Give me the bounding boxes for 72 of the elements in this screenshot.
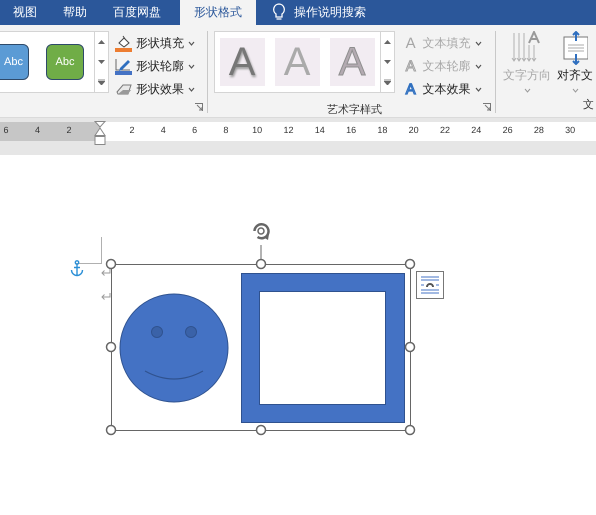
ruler-number: 6	[192, 125, 198, 135]
smiley-face[interactable]	[120, 294, 228, 402]
resize-handle[interactable]	[404, 342, 416, 352]
frame-shape[interactable]	[241, 273, 405, 423]
ribbon-command[interactable]: A 文本效果	[402, 79, 482, 100]
ruler-number: 12	[284, 125, 294, 135]
wordart-style[interactable]: A	[220, 38, 265, 86]
pencil-icon	[115, 58, 132, 75]
shape-effects-icon	[115, 82, 132, 96]
ruler-number: 18	[377, 125, 388, 135]
expand-icon	[98, 79, 105, 85]
ruler-number: 4	[35, 125, 40, 135]
up-triangle-icon	[384, 40, 391, 44]
paint-bucket-icon	[115, 35, 132, 52]
resize-handle[interactable]	[106, 342, 116, 352]
ruler-number: 8	[223, 125, 228, 135]
rotate-handle[interactable]	[253, 223, 270, 240]
align-text-icon	[562, 31, 588, 65]
resize-handle[interactable]	[256, 258, 266, 270]
ruler-number: 16	[346, 125, 356, 135]
margin-corner-mark	[76, 237, 103, 264]
layout-options-icon[interactable]	[416, 271, 444, 299]
ruler-number: 6	[4, 125, 8, 135]
resize-handle[interactable]	[106, 258, 116, 270]
text-style-icon: A	[402, 58, 419, 75]
text-style-icon: A	[402, 35, 419, 52]
up-triangle-icon	[98, 40, 105, 44]
resize-handle[interactable]	[106, 424, 116, 436]
down-triangle-icon	[98, 60, 105, 64]
ruler-number: 2	[66, 125, 72, 135]
lightbulb-icon	[272, 3, 286, 21]
expand-icon	[384, 79, 391, 85]
ruler-number: 30	[565, 125, 576, 135]
resize-handle[interactable]	[404, 424, 416, 436]
ribbon-command[interactable]: 形状轮廓	[115, 56, 195, 77]
resize-handle[interactable]	[256, 424, 266, 436]
tell-me-search[interactable]: 操作说明搜索	[294, 0, 366, 25]
dropdown-icon	[572, 88, 578, 93]
dropdown-icon	[188, 64, 195, 69]
ruler-number: 4	[160, 125, 166, 135]
ruler-number: 14	[314, 125, 325, 135]
ribbon-tab[interactable]: 帮助	[50, 0, 100, 25]
dropdown-icon	[474, 64, 482, 69]
dropdown-icon	[474, 87, 482, 92]
down-triangle-icon	[384, 60, 391, 64]
dropdown-icon	[524, 88, 530, 93]
group-title: 艺术字样式	[326, 102, 383, 118]
dropdown-icon	[188, 41, 195, 46]
ruler-number: 28	[534, 125, 544, 135]
dialog-launcher-icon[interactable]	[194, 103, 203, 111]
ruler-number: 20	[408, 125, 419, 135]
ribbon-tab[interactable]: 百度网盘	[100, 0, 174, 25]
ruler-number: 26	[502, 125, 513, 135]
dropdown-icon	[474, 41, 482, 46]
ribbon-command[interactable]: 形状效果	[115, 79, 195, 100]
ribbon-command[interactable]: 对齐文	[554, 31, 596, 97]
ruler-number: 10	[252, 125, 262, 135]
text-style-icon: A	[402, 81, 419, 98]
resize-handle[interactable]	[404, 258, 416, 270]
anchor-icon	[70, 260, 84, 277]
ruler-number: 22	[440, 125, 450, 135]
dropdown-icon	[188, 87, 195, 92]
dialog-launcher-icon[interactable]	[483, 103, 491, 111]
ruler-number: 2	[130, 125, 134, 135]
paragraph-mark-icon	[101, 268, 111, 277]
ribbon-tab[interactable]: 视图	[0, 0, 50, 25]
paragraph-mark-icon	[101, 292, 111, 301]
horizontal-ruler[interactable]: 6 4 2 2 4 6 8 10 12 14 16 18 20 22 24 26 28 30	[0, 122, 596, 141]
ribbon-command[interactable]: 形状填充	[115, 33, 195, 54]
ruler-number: 24	[471, 125, 482, 135]
group-title: 文	[583, 97, 594, 113]
ribbon-tab[interactable]: 形状格式	[180, 0, 256, 25]
